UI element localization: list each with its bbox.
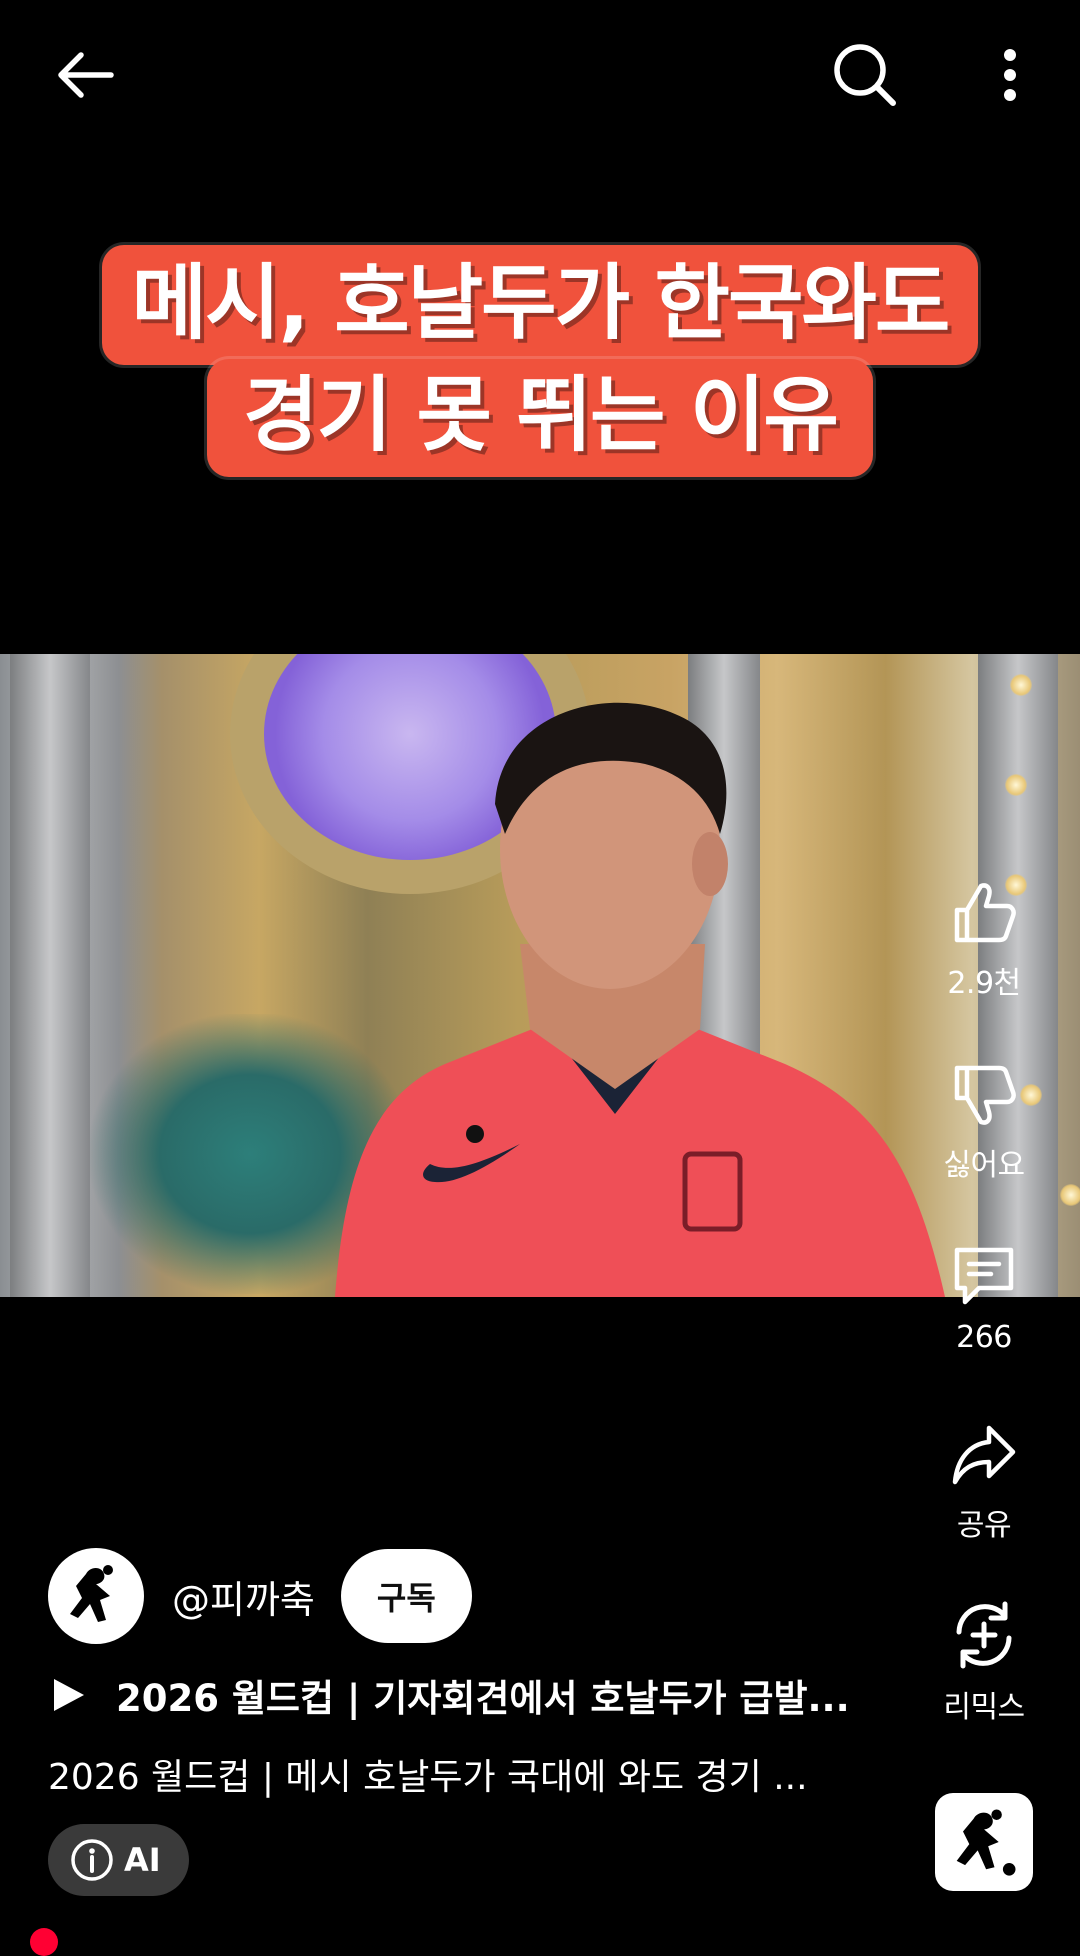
play-icon [54, 1679, 84, 1711]
video-title-line-1: 메시, 호날두가 한국와도 [101, 245, 979, 365]
search-button[interactable] [820, 30, 910, 120]
light-bulb [1005, 774, 1027, 796]
playlist-link[interactable]: 2026 월드컵 | 기자회견에서 호날두가 급발... [52, 1668, 852, 1722]
sound-source-thumbnail[interactable] [935, 1793, 1033, 1891]
subscribe-button[interactable]: 구독 [340, 1549, 472, 1643]
back-button[interactable] [40, 30, 130, 120]
light-bulb [1060, 1184, 1080, 1206]
more-options-button[interactable] [965, 30, 1055, 120]
dislike-label: 싫어요 [943, 1148, 1025, 1183]
channel-logo-icon [956, 1809, 1016, 1876]
share-action[interactable]: 공유 [924, 1420, 1044, 1544]
thumbs-down-icon [954, 1065, 1016, 1125]
comment-action[interactable]: 266 [924, 1240, 1044, 1355]
info-icon [71, 1839, 113, 1881]
set-pillar-left [10, 654, 90, 1297]
top-bar [0, 0, 1080, 150]
ai-chip-label: AI [124, 1841, 161, 1879]
remix-action[interactable]: 리믹스 [924, 1598, 1044, 1726]
like-action[interactable]: 2.9천 [924, 878, 1044, 1002]
playlist-title: 2026 월드컵 | 기자회견에서 호날두가 급발... [116, 1677, 850, 1720]
channel-row: @피까축 구독 [48, 1548, 472, 1644]
remix-label: 리믹스 [943, 1690, 1025, 1725]
channel-avatar[interactable] [48, 1548, 144, 1644]
channel-handle[interactable]: @피까축 [172, 1569, 315, 1624]
share-label: 공유 [956, 1508, 1012, 1543]
thumbs-up-icon [954, 883, 1016, 943]
comment-count: 266 [956, 1320, 1012, 1355]
ai-summary-chip[interactable]: AI [48, 1824, 189, 1896]
dislike-action[interactable]: 싫어요 [924, 1060, 1044, 1184]
channel-logo-icon [70, 1565, 113, 1622]
remix-icon [956, 1601, 1012, 1669]
light-bulb [1010, 674, 1032, 696]
comment-icon [954, 1247, 1014, 1305]
video-title-overlay: 메시, 호날두가 한국와도 경기 못 뛰는 이유 [0, 245, 1080, 477]
person-figure [335, 702, 945, 1297]
share-icon [952, 1425, 1016, 1485]
arrow-left-icon [58, 52, 114, 98]
notification-dot [30, 1928, 58, 1956]
search-icon [834, 44, 896, 106]
video-player[interactable] [0, 654, 1080, 1297]
like-count: 2.9천 [947, 966, 1021, 1001]
video-description[interactable]: 2026 월드컵 | 메시 호날두가 국대에 와도 경기 ... [48, 1748, 868, 1800]
more-vertical-icon [1004, 49, 1016, 101]
video-title-line-2: 경기 못 뛰는 이유 [207, 359, 873, 477]
